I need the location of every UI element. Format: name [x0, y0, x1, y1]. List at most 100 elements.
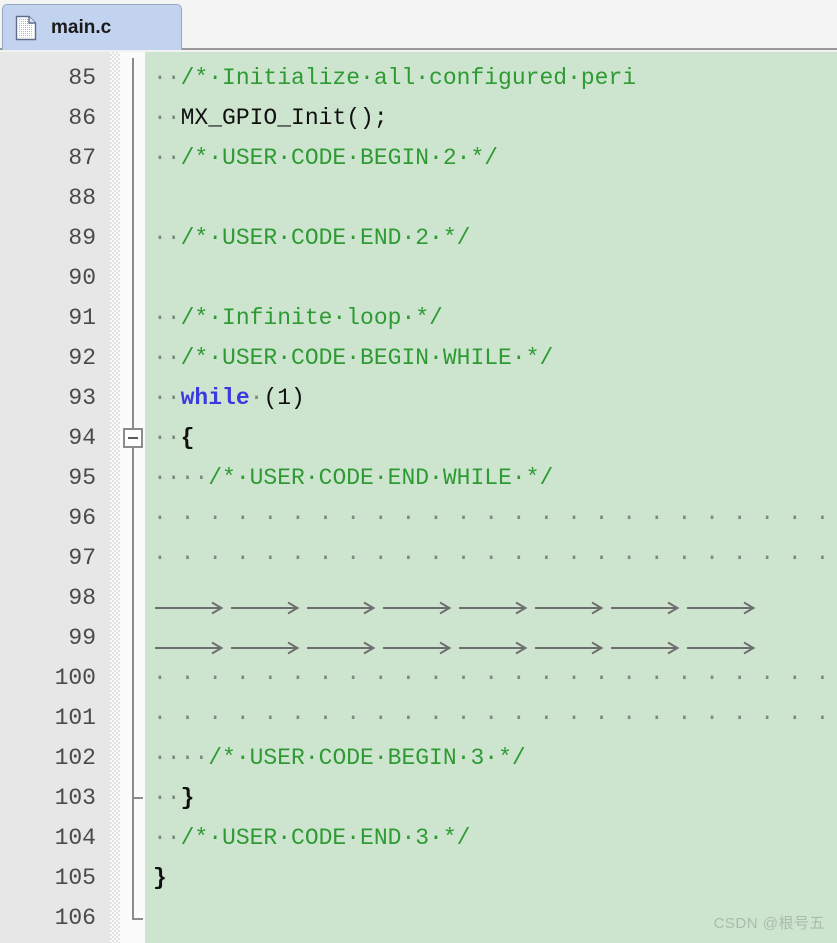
code-fold-margin[interactable] — [120, 52, 145, 943]
whitespace-dots: ···· — [153, 745, 209, 771]
line-number: 91 — [68, 305, 96, 331]
code-line[interactable]: ··} — [153, 778, 194, 818]
whitespace-dots: ·· — [153, 385, 181, 411]
comment-token: /*·Initialize·all·configured·peri — [180, 65, 637, 91]
code-line[interactable]: ··/*·USER·CODE·BEGIN·2·*/ — [153, 138, 498, 178]
whitespace-dots: ·· — [153, 225, 181, 251]
comment-token: /*·USER·CODE·BEGIN·3·*/ — [208, 745, 526, 771]
whitespace-dots: · · · · · · · · · · · · · · · · · · · · … — [153, 545, 830, 571]
line-number: 106 — [54, 905, 96, 931]
code-line[interactable]: ····/*·USER·CODE·END·WHILE·*/ — [153, 458, 553, 498]
line-number: 103 — [54, 785, 96, 811]
line-number: 105 — [54, 865, 96, 891]
tab-whitespace-arrow-icon — [685, 589, 761, 615]
code-line[interactable]: ····/*·USER·CODE·BEGIN·3·*/ — [153, 738, 526, 778]
fold-guide-line — [132, 178, 134, 218]
fold-branch-tick — [132, 797, 143, 799]
tab-whitespace-arrow-icon — [229, 629, 305, 655]
code-line[interactable]: ··/*·Initialize·all·configured·peri — [153, 58, 636, 98]
fold-guide-line — [132, 98, 134, 138]
code-text-area[interactable]: ··/*·Initialize·all·configured·peri ··MX_… — [145, 52, 837, 943]
fold-guide-line — [132, 458, 134, 498]
whitespace-dots: ·· — [153, 345, 181, 371]
comment-token: /*·Infinite·loop·*/ — [180, 305, 443, 331]
line-number: 88 — [68, 185, 96, 211]
code-line[interactable]: · · · · · · · · · · · · · · · · · · · · … — [153, 658, 837, 698]
code-line[interactable]: ··while·(1) — [153, 378, 305, 418]
code-line[interactable]: ··/*·USER·CODE·END·2·*/ — [153, 218, 470, 258]
fold-guide-line — [132, 738, 134, 778]
tab-whitespace-arrow-icon — [229, 589, 305, 615]
tab-whitespace-arrow-icon — [457, 629, 533, 655]
whitespace-dots: ·· — [153, 65, 181, 91]
csdn-watermark: CSDN @根号五 — [713, 915, 825, 932]
line-number: 94 — [68, 425, 96, 451]
code-line[interactable]: · · · · · · · · · · · · · · · · · · · · … — [153, 538, 837, 578]
tab-whitespace-arrow-icon — [609, 629, 685, 655]
tab-whitespace-arrow-icon — [153, 629, 229, 655]
fold-guide-line — [132, 578, 134, 618]
comment-token: /*·USER·CODE·BEGIN·2·*/ — [180, 145, 499, 171]
line-number: 85 — [68, 65, 96, 91]
code-line[interactable] — [153, 578, 761, 618]
gutter-hatch-strip — [110, 52, 120, 943]
code-line[interactable]: ··/*·USER·CODE·END·3·*/ — [153, 818, 470, 858]
code-line[interactable]: ··{ — [153, 418, 194, 458]
whitespace-dots: ·· — [153, 145, 181, 171]
fold-guide-line — [132, 58, 134, 98]
line-number: 89 — [68, 225, 96, 251]
fold-guide-line — [132, 858, 134, 898]
tab-whitespace-arrow-icon — [685, 629, 761, 655]
code-token: ·(1) — [249, 385, 305, 411]
comment-token: /*·USER·CODE·BEGIN·WHILE·*/ — [180, 345, 554, 371]
line-number: 86 — [68, 105, 96, 131]
comment-token: /*·USER·CODE·END·WHILE·*/ — [208, 465, 554, 491]
brace-token: } — [180, 785, 195, 811]
tab-whitespace-arrow-icon — [305, 589, 381, 615]
fold-guide-line — [132, 258, 134, 298]
fold-guide-line — [132, 298, 134, 338]
code-line[interactable]: ··/*·Infinite·loop·*/ — [153, 298, 443, 338]
tab-whitespace-arrow-icon — [305, 629, 381, 655]
code-line[interactable]: ··MX_GPIO_Init(); — [153, 98, 388, 138]
line-number: 96 — [68, 505, 96, 531]
tab-whitespace-arrow-icon — [153, 589, 229, 615]
line-number: 87 — [68, 145, 96, 171]
code-line[interactable]: } — [153, 858, 167, 898]
tab-whitespace-arrow-icon — [381, 589, 457, 615]
tab-bar-empty-area — [185, 8, 837, 48]
line-number: 92 — [68, 345, 96, 371]
tab-whitespace-arrow-icon — [457, 589, 533, 615]
keyword-token: while — [180, 385, 250, 411]
whitespace-dots: ···· — [153, 465, 209, 491]
fold-guide-line — [132, 698, 134, 738]
fold-guide-line — [132, 818, 134, 858]
whitespace-dots: ·· — [153, 825, 181, 851]
fold-guide-line — [132, 898, 134, 920]
fold-guide-line — [132, 338, 134, 378]
tab-whitespace-arrow-icon — [381, 629, 457, 655]
line-number-gutter[interactable]: 85 86 87 88 89 90 91 92 93 94 95 96 97 98 99 100 101 102 1… — [0, 52, 110, 943]
whitespace-dots: ·· — [153, 425, 181, 451]
line-number: 95 — [68, 465, 96, 491]
comment-token: /*·USER·CODE·END·3·*/ — [180, 825, 471, 851]
line-number: 98 — [68, 585, 96, 611]
code-line[interactable]: ··/*·USER·CODE·BEGIN·WHILE·*/ — [153, 338, 553, 378]
fold-guide-line — [132, 378, 134, 418]
code-line[interactable]: · · · · · · · · · · · · · · · · · · · · … — [153, 498, 837, 538]
editor-tab-bar: main.c — [0, 0, 837, 50]
line-number: 104 — [54, 825, 96, 851]
brace-token: } — [153, 865, 167, 891]
fold-guide-line — [132, 538, 134, 578]
code-line[interactable]: · · · · · · · · · · · · · · · · · · · · … — [153, 698, 837, 738]
editor-body: 85 86 87 88 89 90 91 92 93 94 95 96 97 98 99 100 101 102 1… — [0, 52, 837, 943]
tab-main-c[interactable]: main.c — [2, 4, 182, 50]
line-number: 97 — [68, 545, 96, 571]
code-line[interactable] — [153, 618, 761, 658]
line-number: 99 — [68, 625, 96, 651]
fold-guide-line — [132, 618, 134, 658]
code-editor-window: main.c 85 86 87 88 89 90 91 92 93 94 95 96 97 98 99 100… — [0, 0, 837, 943]
line-number: 100 — [54, 665, 96, 691]
fold-collapse-button[interactable] — [123, 428, 143, 448]
code-token: MX_GPIO_Init(); — [180, 105, 388, 131]
